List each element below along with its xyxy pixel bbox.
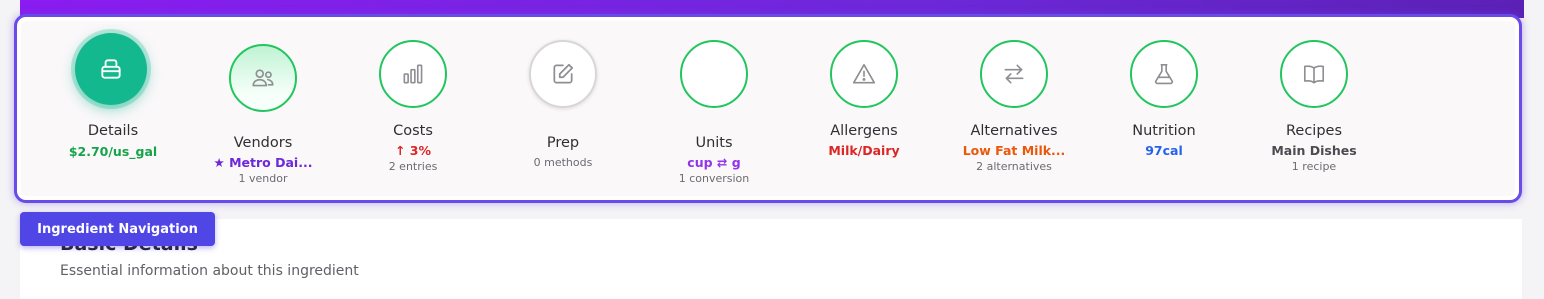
nav-step-sub: 0 methods (533, 156, 593, 169)
nav-step-label: Alternatives (970, 123, 1058, 139)
nav-step-alternatives-circle[interactable] (980, 40, 1048, 108)
flask-icon (1154, 63, 1174, 85)
nav-step-sub: 1 recipe (1291, 160, 1337, 173)
swap-icon (1004, 64, 1024, 84)
nav-step-value: Main Dishes (1271, 143, 1357, 158)
ingredient-navigation-panel: Details $2.70/us_gal Vendors ★ Metro Dai… (14, 14, 1522, 203)
nav-step-label: Allergens (830, 123, 898, 139)
package-icon (101, 59, 121, 79)
nav-step-label: Vendors (233, 135, 293, 151)
nav-step-value: Low Fat Milk... (962, 143, 1066, 158)
bar-chart-icon (403, 64, 423, 84)
nav-step-costs-circle[interactable] (379, 40, 447, 108)
nav-step-value: cup ⇄ g (687, 155, 741, 170)
nav-step-label: Details (87, 123, 139, 139)
nav-step-value: ★ Metro Dai... (213, 155, 313, 170)
nav-step-sub: 1 conversion (678, 172, 750, 185)
nav-step-value: 97cal (1145, 143, 1183, 158)
section-card: Basic Details Essential information abou… (20, 219, 1522, 299)
nav-step-label: Units (695, 135, 733, 151)
nav-step-nutrition-circle[interactable] (1130, 40, 1198, 108)
nav-step-value: Milk/Dairy (828, 143, 900, 158)
nav-step-details-circle[interactable] (75, 33, 147, 105)
nav-step-allergens-circle[interactable] (830, 40, 898, 108)
nav-step-sub: 2 entries (388, 160, 438, 173)
nav-step-units-circle[interactable] (680, 40, 748, 108)
ingredient-navigation-steps: Details $2.70/us_gal Vendors ★ Metro Dai… (21, 21, 1515, 196)
users-icon (252, 69, 274, 87)
nav-step-prep-circle[interactable] (529, 40, 597, 108)
warning-icon (852, 63, 876, 84)
nav-step-vendors-circle[interactable] (229, 44, 297, 112)
nav-step-label: Nutrition (1132, 123, 1196, 139)
nav-step-label: Costs (393, 123, 433, 139)
ingredient-navigation-tooltip: Ingredient Navigation (20, 212, 215, 246)
nav-step-recipes-circle[interactable] (1280, 40, 1348, 108)
nav-step-value: ↑ 3% (394, 143, 432, 158)
section-subtitle: Essential information about this ingredi… (60, 263, 359, 279)
nav-step-sub: 1 vendor (238, 172, 288, 185)
nav-step-label: Recipes (1285, 123, 1343, 139)
nav-step-label: Prep (546, 135, 580, 151)
nav-step-sub: 2 alternatives (976, 160, 1052, 173)
book-icon (1303, 65, 1325, 84)
pencil-icon (553, 63, 574, 84)
nav-step-value: $2.70/us_gal (68, 144, 158, 159)
